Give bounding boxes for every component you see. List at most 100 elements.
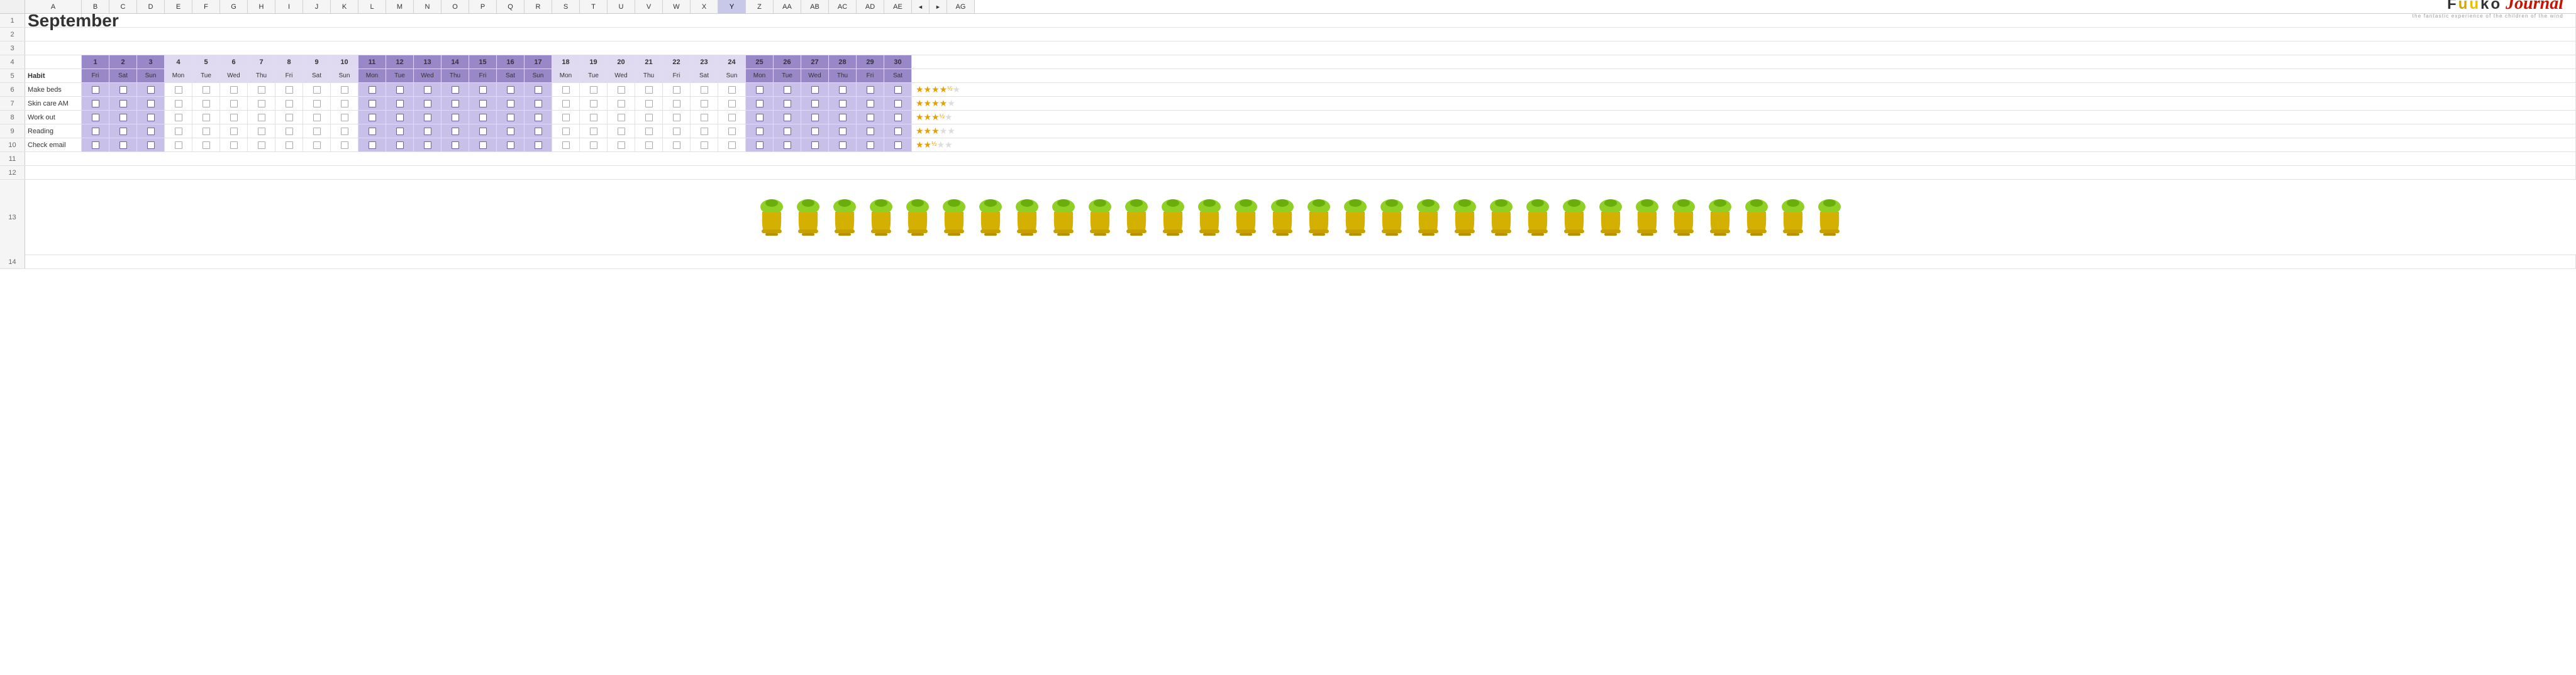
cb-7-8[interactable] (275, 97, 303, 110)
cb-9-17[interactable] (525, 124, 552, 138)
cb-9-20[interactable] (608, 124, 635, 138)
cb-10-17[interactable] (525, 138, 552, 151)
cb-7-25[interactable] (746, 97, 774, 110)
cb-9-23[interactable] (691, 124, 718, 138)
cb-9-9[interactable] (303, 124, 331, 138)
cb-8-6[interactable] (220, 111, 248, 124)
cb-9-10[interactable] (331, 124, 358, 138)
cb-9-14[interactable] (441, 124, 469, 138)
cb-7-6[interactable] (220, 97, 248, 110)
cb-6-22[interactable] (663, 83, 691, 96)
cb-6-5[interactable] (192, 83, 220, 96)
col-header-M[interactable]: M (386, 0, 414, 13)
col-header-R[interactable]: R (525, 0, 552, 13)
col-header-AG[interactable]: AG (947, 0, 975, 13)
col-header-AD[interactable]: AD (857, 0, 884, 13)
cb-8-21[interactable] (635, 111, 663, 124)
cb-8-4[interactable] (165, 111, 192, 124)
col-scroll-left[interactable]: ◄ (912, 0, 930, 13)
cb-9-11[interactable] (358, 124, 386, 138)
cb-7-3[interactable] (137, 97, 165, 110)
col-header-O[interactable]: O (441, 0, 469, 13)
cb-8-26[interactable] (774, 111, 801, 124)
cb-9-19[interactable] (580, 124, 608, 138)
cb-7-19[interactable] (580, 97, 608, 110)
cb-10-28[interactable] (829, 138, 857, 151)
cb-10-24[interactable] (718, 138, 746, 151)
cb-7-21[interactable] (635, 97, 663, 110)
cb-9-13[interactable] (414, 124, 441, 138)
col-header-L[interactable]: L (358, 0, 386, 13)
cb-8-24[interactable] (718, 111, 746, 124)
cb-10-18[interactable] (552, 138, 580, 151)
cb-7-7[interactable] (248, 97, 275, 110)
cb-8-18[interactable] (552, 111, 580, 124)
cb-8-14[interactable] (441, 111, 469, 124)
cb-6-29[interactable] (857, 83, 884, 96)
col-header-AA[interactable]: AA (774, 0, 801, 13)
col-header-V[interactable]: V (635, 0, 663, 13)
cb-6-10[interactable] (331, 83, 358, 96)
cb-9-7[interactable] (248, 124, 275, 138)
col-scroll-right[interactable]: ► (930, 0, 947, 13)
cb-8-2[interactable] (109, 111, 137, 124)
col-header-G[interactable]: G (220, 0, 248, 13)
cb-8-27[interactable] (801, 111, 829, 124)
cb-10-3[interactable] (137, 138, 165, 151)
col-header-AC[interactable]: AC (829, 0, 857, 13)
cb-6-16[interactable] (497, 83, 525, 96)
col-header-D[interactable]: D (137, 0, 165, 13)
cb-7-1[interactable] (82, 97, 109, 110)
cb-10-30[interactable] (884, 138, 912, 151)
cb-10-23[interactable] (691, 138, 718, 151)
cb-7-29[interactable] (857, 97, 884, 110)
cb-6-17[interactable] (525, 83, 552, 96)
cb-6-19[interactable] (580, 83, 608, 96)
cb-7-14[interactable] (441, 97, 469, 110)
col-header-H[interactable]: H (248, 0, 275, 13)
cb-6-12[interactable] (386, 83, 414, 96)
cb-7-17[interactable] (525, 97, 552, 110)
col-header-N[interactable]: N (414, 0, 441, 13)
col-header-Z[interactable]: Z (746, 0, 774, 13)
cb-7-12[interactable] (386, 97, 414, 110)
col-header-P[interactable]: P (469, 0, 497, 13)
cb-9-24[interactable] (718, 124, 746, 138)
cb-10-10[interactable] (331, 138, 358, 151)
cb-7-2[interactable] (109, 97, 137, 110)
cb-7-18[interactable] (552, 97, 580, 110)
cb-7-5[interactable] (192, 97, 220, 110)
cb-8-10[interactable] (331, 111, 358, 124)
cb-7-30[interactable] (884, 97, 912, 110)
cb-6-7[interactable] (248, 83, 275, 96)
cb-7-10[interactable] (331, 97, 358, 110)
cb-6-20[interactable] (608, 83, 635, 96)
cb-9-22[interactable] (663, 124, 691, 138)
col-header-U[interactable]: U (608, 0, 635, 13)
cb-9-21[interactable] (635, 124, 663, 138)
cb-8-29[interactable] (857, 111, 884, 124)
cb-10-27[interactable] (801, 138, 829, 151)
cb-6-13[interactable] (414, 83, 441, 96)
col-header-W[interactable]: W (663, 0, 691, 13)
cb-10-14[interactable] (441, 138, 469, 151)
cb-10-5[interactable] (192, 138, 220, 151)
cb-9-25[interactable] (746, 124, 774, 138)
cb-9-29[interactable] (857, 124, 884, 138)
cb-7-22[interactable] (663, 97, 691, 110)
cb-8-20[interactable] (608, 111, 635, 124)
cb-10-13[interactable] (414, 138, 441, 151)
cb-7-20[interactable] (608, 97, 635, 110)
cb-6-6[interactable] (220, 83, 248, 96)
cb-7-16[interactable] (497, 97, 525, 110)
cb-9-4[interactable] (165, 124, 192, 138)
col-header-J[interactable]: J (303, 0, 331, 13)
cb-9-16[interactable] (497, 124, 525, 138)
cb-6-26[interactable] (774, 83, 801, 96)
cb-10-1[interactable] (82, 138, 109, 151)
cb-7-15[interactable] (469, 97, 497, 110)
cb-6-25[interactable] (746, 83, 774, 96)
cb-10-29[interactable] (857, 138, 884, 151)
cb-10-12[interactable] (386, 138, 414, 151)
cb-8-23[interactable] (691, 111, 718, 124)
